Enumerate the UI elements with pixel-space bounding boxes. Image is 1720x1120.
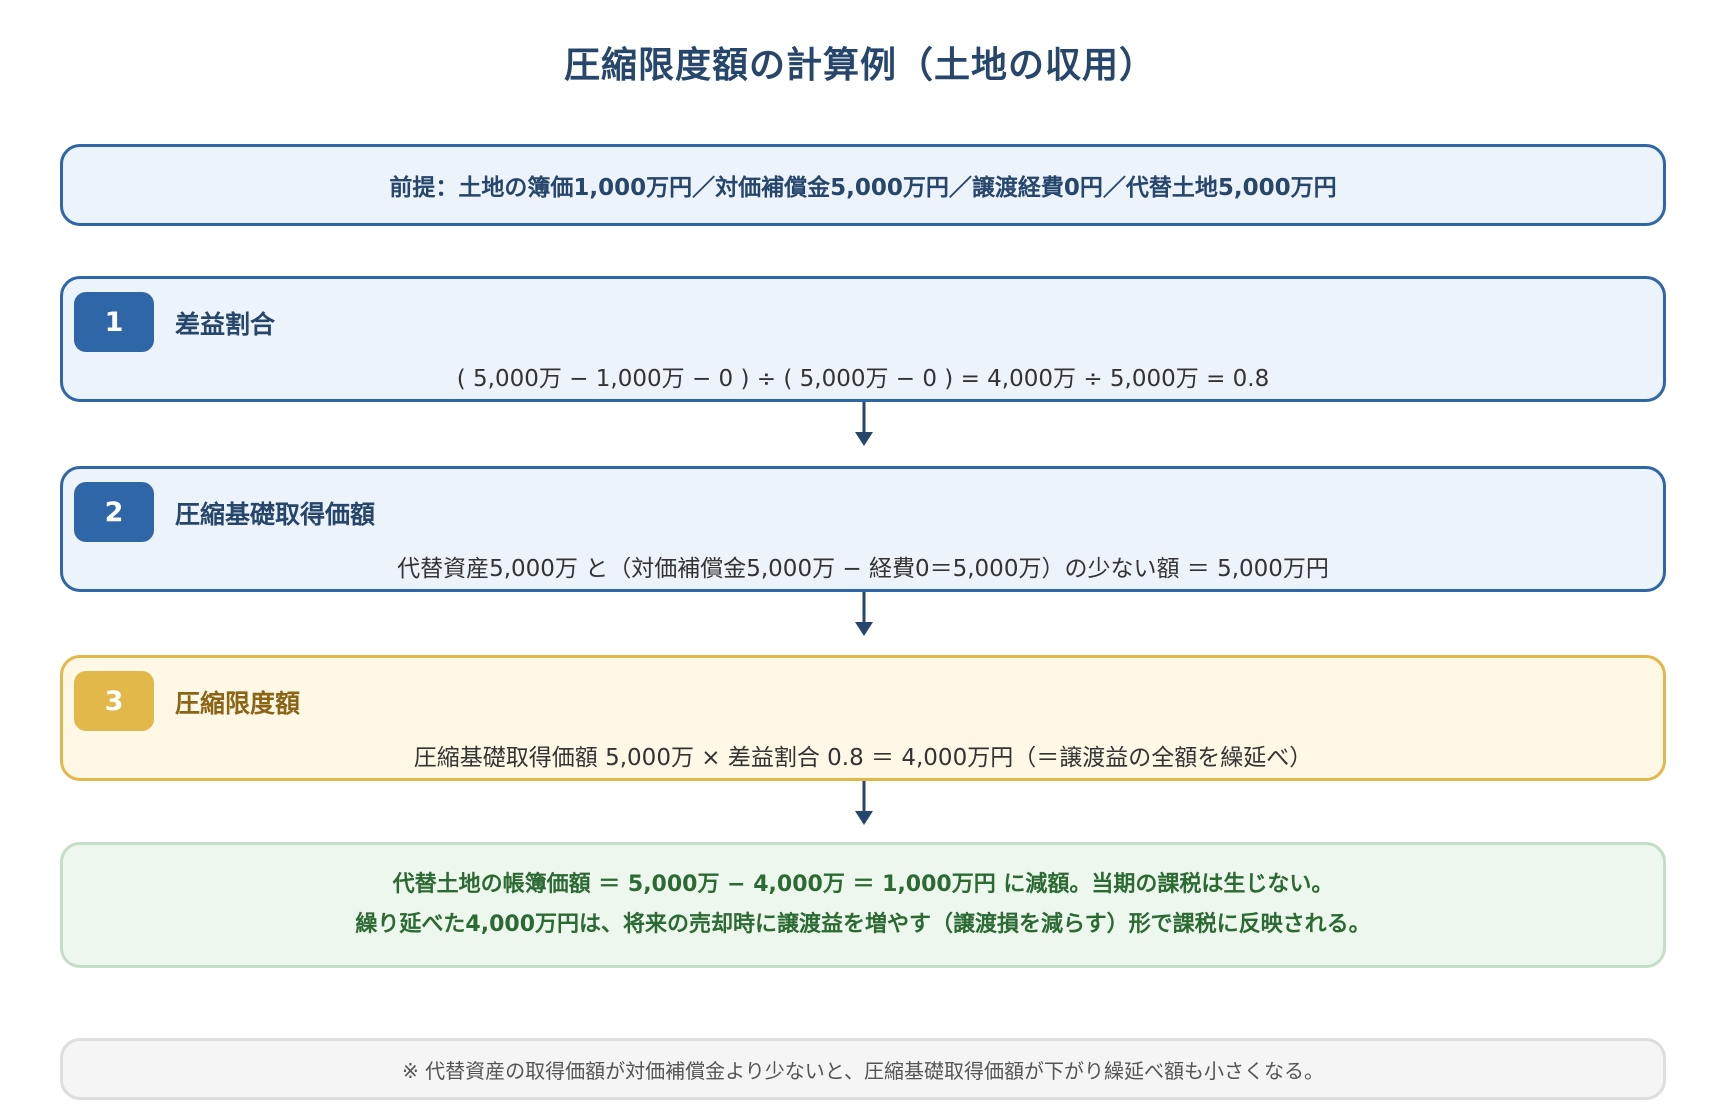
result-box: 代替土地の帳簿価額 ＝ 5,000万 − 4,000万 ＝ 1,000万円 に減…	[60, 842, 1666, 968]
step-2-box: 2 圧縮基礎取得価額 代替資産5,000万 と（対価補償金5,000万 − 経費…	[60, 466, 1666, 592]
down-arrow-icon	[855, 402, 873, 446]
premise-box: 前提：土地の簿価1,000万円／対価補償金5,000万円／譲渡経費0円／代替土地…	[60, 144, 1666, 226]
step-3-box: 3 圧縮限度額 圧縮基礎取得価額 5,000万 × 差益割合 0.8 ＝ 4,0…	[60, 655, 1666, 781]
down-arrow-icon	[855, 592, 873, 636]
step-3-formula: 圧縮基礎取得価額 5,000万 × 差益割合 0.8 ＝ 4,000万円（＝譲渡…	[413, 745, 1313, 771]
note-box: ※ 代替資産の取得価額が対価補償金より少ないと、圧縮基礎取得価額が下がり繰延べ額…	[60, 1038, 1666, 1100]
step-1-label: 差益割合	[175, 310, 276, 339]
note-text: ※ 代替資産の取得価額が対価補償金より少ないと、圧縮基礎取得価額が下がり繰延べ額…	[402, 1058, 1324, 1083]
page-title: 圧縮限度額の計算例（土地の収用）	[563, 45, 1156, 86]
step-2-formula: 代替資産5,000万 と（対価補償金5,000万 − 経費0＝5,000万）の少…	[397, 556, 1329, 582]
down-arrow-icon	[855, 781, 873, 825]
premise-text: 前提：土地の簿価1,000万円／対価補償金5,000万円／譲渡経費0円／代替土地…	[389, 175, 1337, 201]
step-2-badge: 2	[74, 482, 154, 542]
step-1-formula: ( 5,000万 − 1,000万 − 0 ) ÷ ( 5,000万 − 0 )…	[456, 366, 1270, 392]
step-1-box: 1 差益割合 ( 5,000万 − 1,000万 − 0 ) ÷ ( 5,000…	[60, 276, 1666, 402]
step-2-label: 圧縮基礎取得価額	[175, 500, 376, 529]
result-line-1: 代替土地の帳簿価額 ＝ 5,000万 − 4,000万 ＝ 1,000万円 に減…	[392, 872, 1334, 897]
step-3-badge: 3	[74, 671, 154, 731]
step-3-label: 圧縮限度額	[175, 689, 301, 718]
step-1-badge: 1	[74, 292, 154, 352]
result-line-2: 繰り延べた4,000万円は、将来の売却時に譲渡益を増やす（譲渡損を減らす）形で課…	[355, 912, 1371, 937]
